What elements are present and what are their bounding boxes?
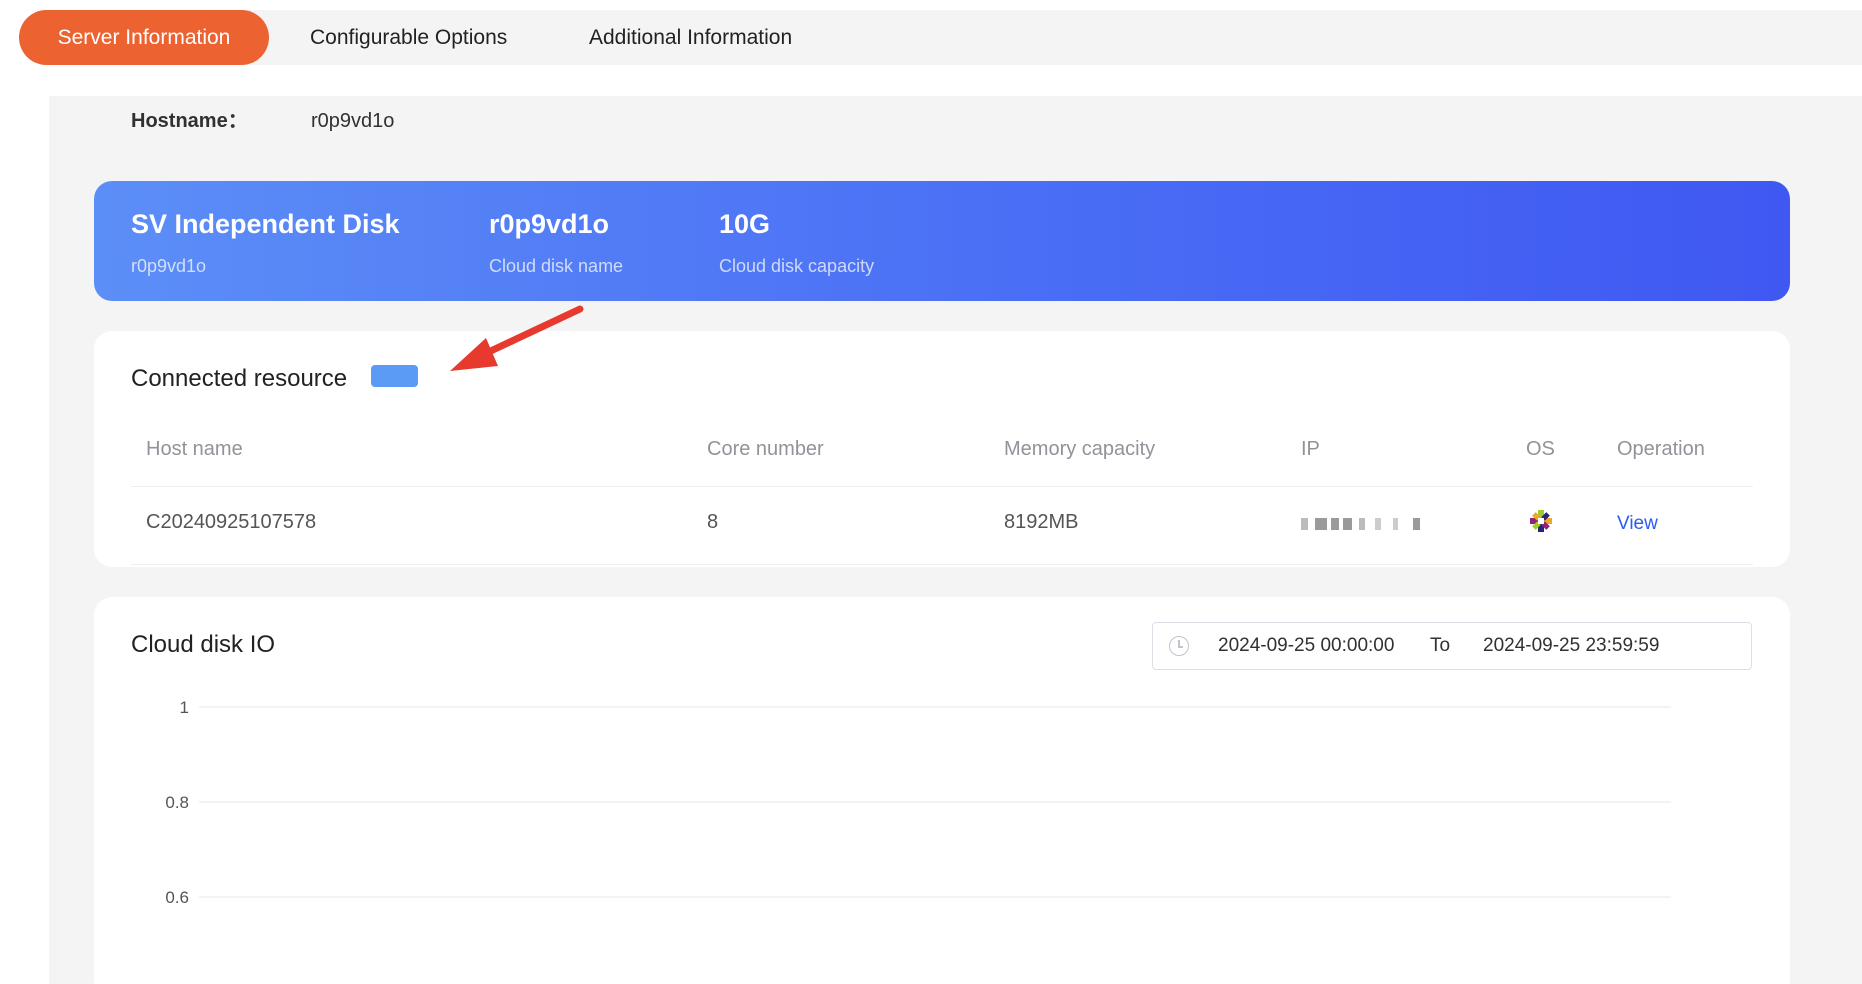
centos-icon bbox=[1530, 510, 1552, 532]
y-tick-label: 0.6 bbox=[165, 888, 189, 907]
tab-additional-information[interactable]: Additional Information bbox=[589, 10, 792, 65]
y-tick-label: 0.8 bbox=[165, 793, 189, 812]
table-header-divider bbox=[131, 486, 1753, 487]
hostname-label: Hostname： bbox=[131, 110, 248, 132]
cell-core-number: 8 bbox=[707, 511, 719, 533]
view-button[interactable]: View bbox=[1617, 513, 1658, 535]
date-range-start[interactable]: 2024-09-25 00:00:00 bbox=[1218, 635, 1394, 657]
tab-bar: Server Information Configurable Options … bbox=[19, 10, 1862, 65]
capacity-label: Cloud disk capacity bbox=[719, 256, 875, 276]
connected-resource-title: Connected resource bbox=[131, 365, 348, 392]
hostname-value: r0p9vd1o bbox=[311, 110, 395, 132]
disk-name-block: r0p9vd1o Cloud disk name bbox=[489, 206, 623, 278]
product-block: SV Independent Disk r0p9vd1o bbox=[131, 206, 400, 278]
status-badge bbox=[371, 365, 418, 387]
cell-memory-capacity: 8192MB bbox=[1004, 511, 1079, 533]
disk-name-value: r0p9vd1o bbox=[489, 209, 610, 239]
column-header-memory-capacity: Memory capacity bbox=[1004, 438, 1156, 460]
y-tick-label: 1 bbox=[180, 698, 189, 717]
date-range-end[interactable]: 2024-09-25 23:59:59 bbox=[1483, 635, 1659, 657]
disk-summary-banner: SV Independent Disk r0p9vd1o r0p9vd1o Cl… bbox=[94, 181, 1790, 301]
product-sub: r0p9vd1o bbox=[131, 256, 207, 276]
capacity-value: 10G bbox=[719, 209, 771, 239]
capacity-block: 10G Cloud disk capacity bbox=[719, 206, 874, 278]
table-row-divider bbox=[131, 564, 1753, 565]
cloud-disk-io-title: Cloud disk IO bbox=[131, 631, 276, 658]
cloud-disk-io-card: Cloud disk IO 2024-09-25 00:00:00 To 202… bbox=[94, 597, 1790, 984]
connected-resource-card: Connected resource Host name Core number… bbox=[94, 331, 1790, 567]
cell-host-name: C20240925107578 bbox=[146, 511, 317, 533]
clock-icon bbox=[1169, 636, 1189, 656]
date-range-separator: To bbox=[1430, 635, 1451, 656]
tab-server-information[interactable]: Server Information bbox=[19, 10, 269, 65]
tab-configurable-options[interactable]: Configurable Options bbox=[310, 10, 507, 65]
io-chart: 1 0.8 0.6 bbox=[165, 698, 1671, 907]
product-name: SV Independent Disk bbox=[131, 209, 400, 239]
column-header-operation: Operation bbox=[1617, 438, 1705, 460]
column-header-os: OS bbox=[1526, 438, 1555, 460]
ip-address-redacted bbox=[1301, 514, 1436, 534]
column-header-core-number: Core number bbox=[707, 438, 824, 460]
column-header-host-name: Host name bbox=[146, 438, 243, 460]
hostname-row: Hostname： r0p9vd1o bbox=[131, 106, 394, 136]
column-header-ip: IP bbox=[1301, 438, 1320, 460]
date-range-picker[interactable]: 2024-09-25 00:00:00 To 2024-09-25 23:59:… bbox=[1152, 622, 1752, 670]
disk-name-label: Cloud disk name bbox=[489, 256, 624, 276]
